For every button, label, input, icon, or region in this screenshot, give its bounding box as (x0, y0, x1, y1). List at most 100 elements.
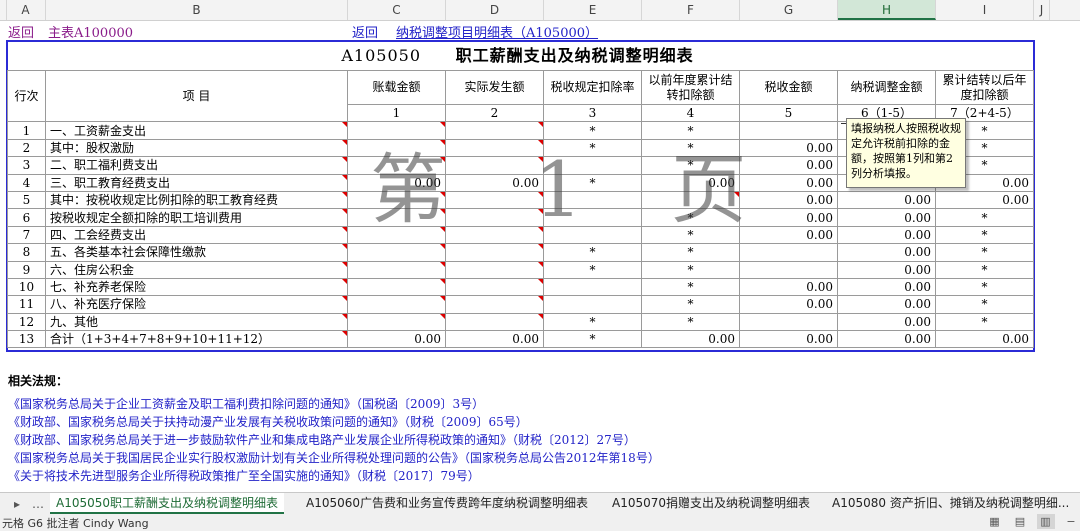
cell-c2[interactable] (445, 225, 544, 245)
law-link[interactable]: 《财政部、国家税务总局关于扶持动漫产业发展有关税收政策问题的通知》（财税〔200… (8, 413, 660, 431)
cell-c6[interactable]: 0.00 (837, 277, 936, 297)
cell-c4[interactable]: * (641, 208, 740, 227)
cell-c5[interactable] (739, 243, 838, 262)
cell-c7[interactable]: * (935, 225, 1034, 245)
cell-c2[interactable] (445, 138, 544, 158)
tab-a105050[interactable]: A105050职工薪酬支出及纳税调整明细表 (50, 493, 285, 514)
tab-a105070[interactable]: A105070捐赠支出及纳税调整明细表 (606, 493, 816, 514)
cell-c6[interactable]: 0.00 (837, 312, 936, 332)
column-header-h[interactable]: H (838, 0, 936, 20)
cell-c2[interactable] (445, 260, 544, 279)
cell-c7[interactable]: * (935, 260, 1034, 279)
cell-c4[interactable]: * (641, 156, 740, 175)
cell-c3[interactable] (543, 225, 642, 245)
law-link[interactable]: 《财政部、国家税务总局关于进一步鼓励软件产业和集成电路产业发展企业所得税政策的通… (8, 431, 660, 449)
cell-c2[interactable] (445, 208, 544, 227)
cell-c3[interactable] (543, 156, 642, 175)
cell-c4[interactable]: 0.00 (641, 173, 740, 192)
cell-c7[interactable]: * (935, 243, 1034, 262)
cell-c3[interactable]: * (543, 138, 642, 158)
cell-c5[interactable]: 0.00 (739, 173, 838, 192)
cell-c4[interactable]: * (641, 312, 740, 332)
cell-c5[interactable] (739, 260, 838, 279)
cell-c4[interactable]: * (641, 295, 740, 314)
cell-c2[interactable]: 0.00 (445, 173, 544, 192)
cell-c1[interactable]: 0.00 (347, 330, 446, 349)
cell-c3[interactable]: * (543, 173, 642, 192)
column-header-c[interactable]: C (348, 0, 446, 20)
cell-c3[interactable] (543, 295, 642, 314)
column-header-f[interactable]: F (642, 0, 740, 20)
cell-c2[interactable] (445, 243, 544, 262)
tab-more-icon[interactable]: … (32, 493, 44, 515)
law-link[interactable]: 《国家税务总局关于我国居民企业实行股权激励计划有关企业所得税处理问题的公告》（国… (8, 449, 660, 467)
cell-c5[interactable]: 0.00 (739, 208, 838, 227)
cell-c1[interactable] (347, 312, 446, 332)
cell-c5[interactable]: 0.00 (739, 190, 838, 210)
cell-c3[interactable] (543, 208, 642, 227)
column-header-b[interactable]: B (46, 0, 348, 20)
cell-c1[interactable] (347, 260, 446, 279)
cell-c7[interactable]: * (935, 208, 1034, 227)
cell-c6[interactable]: 0.00 (837, 260, 936, 279)
cell-c7[interactable]: * (935, 295, 1034, 314)
cell-c3[interactable]: * (543, 330, 642, 349)
cell-c6[interactable]: 0.00 (837, 330, 936, 349)
cell-c2[interactable] (445, 277, 544, 297)
column-header-d[interactable]: D (446, 0, 544, 20)
cell-c3[interactable]: * (543, 312, 642, 332)
zoom-out-icon[interactable]: − (1062, 514, 1080, 529)
main-table-link[interactable]: 主表A100000 (48, 22, 133, 41)
cell-c2[interactable] (445, 156, 544, 175)
tab-scroll-right-icon[interactable]: ▸ (14, 493, 20, 515)
cell-c4[interactable]: 0.00 (641, 330, 740, 349)
cell-c5[interactable]: 0.00 (739, 330, 838, 349)
column-header-j[interactable]: J (1034, 0, 1050, 20)
column-header-g[interactable]: G (740, 0, 838, 20)
cell-c1[interactable] (347, 225, 446, 245)
cell-c1[interactable] (347, 277, 446, 297)
cell-c4[interactable]: * (641, 277, 740, 297)
cell-c7[interactable]: * (935, 312, 1034, 332)
normal-view-icon[interactable]: ▦ (986, 514, 1004, 529)
column-header-i[interactable]: I (936, 0, 1034, 20)
cell-c5[interactable] (739, 312, 838, 332)
cell-c2[interactable]: 0.00 (445, 330, 544, 349)
cell-c7[interactable]: 0.00 (935, 190, 1034, 210)
cell-c5[interactable]: 0.00 (739, 138, 838, 158)
cell-c3[interactable] (543, 190, 642, 210)
back-link-adjust[interactable]: 返回 (352, 22, 378, 41)
law-link[interactable]: 《关于将技术先进型服务企业所得税政策推广至全国实施的通知》（财税〔2017〕79… (8, 467, 660, 485)
page-layout-icon[interactable]: ▤ (1011, 514, 1029, 529)
cell-c1[interactable] (347, 138, 446, 158)
cell-c1[interactable] (347, 121, 446, 140)
cell-c6[interactable]: 0.00 (837, 208, 936, 227)
cell-c5[interactable]: 0.00 (739, 295, 838, 314)
law-link[interactable]: 《国家税务总局关于企业工资薪金及职工福利费扣除问题的通知》（国税函〔2009〕3… (8, 395, 660, 413)
cell-c2[interactable] (445, 312, 544, 332)
tab-a105080[interactable]: A105080 资产折旧、摊销及纳税调整明细... (826, 493, 1075, 514)
cell-c5[interactable]: 0.00 (739, 156, 838, 175)
tab-a105060[interactable]: A105060广告费和业务宣传费跨年度纳税调整明细表 (300, 493, 594, 514)
cell-c1[interactable] (347, 156, 446, 175)
cell-c6[interactable]: 0.00 (837, 225, 936, 245)
back-link-main[interactable]: 返回 (8, 22, 34, 41)
cell-c2[interactable] (445, 121, 544, 140)
cell-c6[interactable]: 0.00 (837, 190, 936, 210)
page-break-view-icon[interactable]: ▥ (1036, 514, 1055, 529)
cell-c4[interactable]: * (641, 260, 740, 279)
cell-c1[interactable] (347, 190, 446, 210)
cell-c1[interactable] (347, 208, 446, 227)
cell-c3[interactable]: * (543, 260, 642, 279)
cell-c5[interactable]: 0.00 (739, 225, 838, 245)
cell-c6[interactable]: 0.00 (837, 295, 936, 314)
cell-c2[interactable] (445, 190, 544, 210)
cell-c1[interactable]: 0.00 (347, 173, 446, 192)
cell-c3[interactable] (543, 277, 642, 297)
cell-c6[interactable]: 0.00 (837, 243, 936, 262)
cell-c3[interactable]: * (543, 121, 642, 140)
cell-c7[interactable]: * (935, 277, 1034, 297)
cell-c4[interactable]: * (641, 121, 740, 140)
cell-c5[interactable] (739, 121, 838, 140)
adjust-table-link[interactable]: 纳税调整项目明细表（A105000） (396, 22, 598, 41)
